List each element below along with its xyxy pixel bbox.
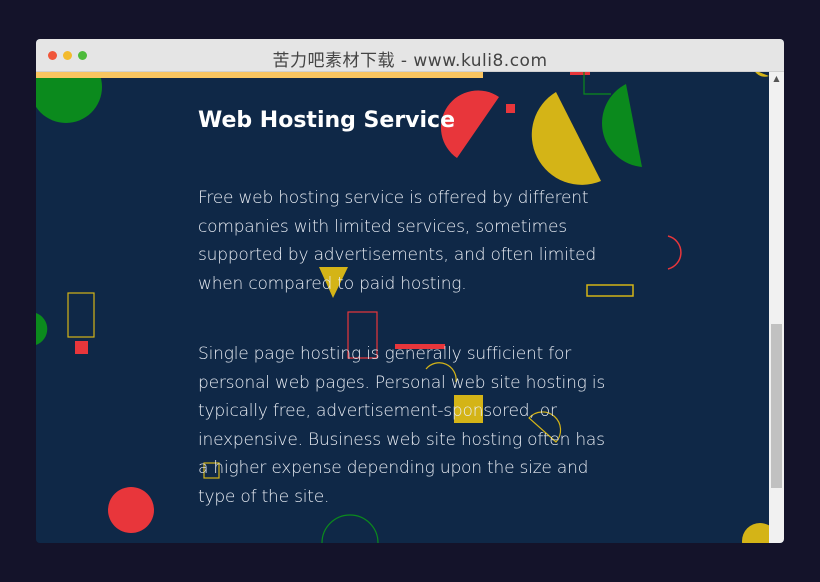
yellow-semicircle-shape <box>531 92 601 185</box>
article-paragraph-2: Single page hosting is generally suffici… <box>198 344 606 507</box>
red-small-square-shape <box>75 341 88 354</box>
page-content[interactable]: Web Hosting Service Free web hosting ser… <box>36 72 769 543</box>
green-semicircle-shape <box>602 84 642 167</box>
title-bar: 苦力吧素材下载 - www.kuli8.com <box>36 39 784 72</box>
red-outline-arc-shape <box>667 235 682 270</box>
yellow-circle-shape <box>742 523 769 543</box>
vertical-scrollbar[interactable]: ▲ <box>769 72 784 543</box>
scroll-thumb[interactable] <box>771 323 782 489</box>
green-circle-shape <box>36 72 102 123</box>
red-circle-shape <box>108 487 154 533</box>
browser-window: 苦力吧素材下载 - www.kuli8.com Web Hosting Serv… <box>36 39 784 543</box>
reading-progress-bar <box>36 72 484 78</box>
green-left-semicircle-shape <box>36 313 48 345</box>
yellow-outline-tall-rect-shape <box>67 292 95 338</box>
article-heading: Web Hosting Service <box>198 108 456 133</box>
reading-progress-track <box>36 72 769 78</box>
scroll-up-arrow-icon[interactable]: ▲ <box>769 72 784 86</box>
article-paragraph-1: Free web hosting service is offered by d… <box>198 188 596 294</box>
green-outline-arc-shape <box>321 514 379 543</box>
red-square-shape <box>506 104 515 113</box>
window-title: 苦力吧素材下载 - www.kuli8.com <box>272 51 548 71</box>
